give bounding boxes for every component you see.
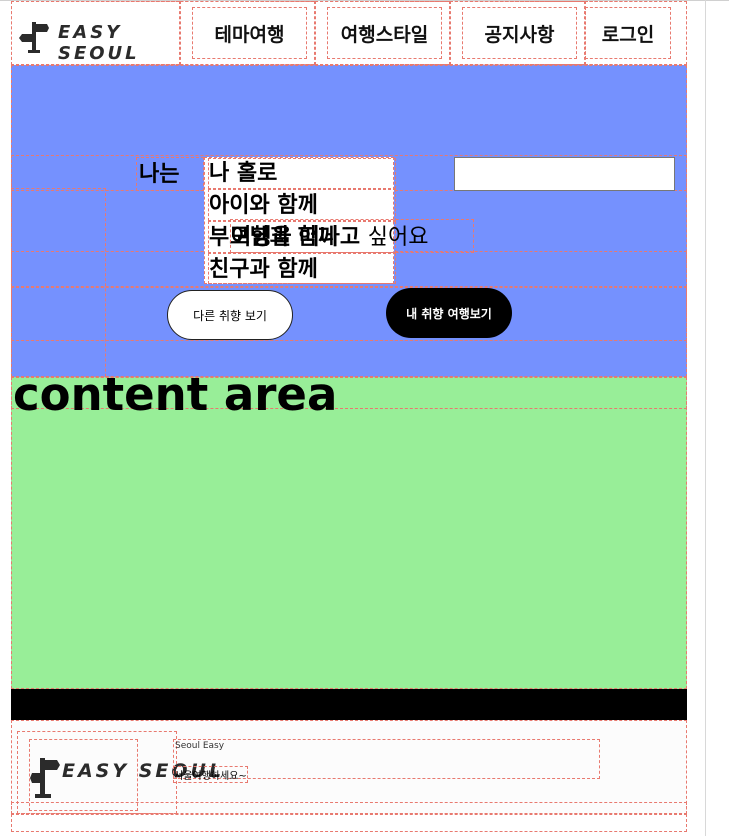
nav-login[interactable]: 로그인 [585, 7, 671, 59]
search-input[interactable] [454, 157, 675, 191]
signpost-icon [19, 22, 49, 53]
header-logo[interactable]: EASY SEOUL [11, 1, 180, 65]
black-bar [11, 689, 687, 720]
button-row-outline [11, 287, 687, 341]
nav-travel-style[interactable]: 여행스타일 [327, 7, 442, 59]
logo-text: EASY SEOUL [58, 22, 140, 64]
option-with-friends[interactable]: 친구과 함께 [208, 253, 396, 284]
footer-bottom-outline [11, 802, 687, 814]
option-alone[interactable]: 나 홀로 [208, 158, 396, 189]
page-bottom-outline [11, 814, 687, 832]
nav-theme-travel[interactable]: 테마여행 [192, 7, 307, 59]
content-outline [11, 377, 687, 689]
footer-line2: 서울여행하세요~ [173, 766, 248, 783]
my-taste-button[interactable]: 내 취향 여행보기 [386, 288, 512, 338]
hero-suffix: 싶어요 [367, 225, 429, 250]
hero-prefix: 나는 [136, 157, 204, 191]
footer-logo[interactable]: EASY SEOUL [29, 739, 221, 811]
content-title: content area [13, 368, 338, 421]
page-edge-rule [705, 0, 706, 836]
signpost-icon [30, 758, 60, 798]
hero-overlap-text: 여행을 떠나고 [231, 225, 361, 250]
nav-notice[interactable]: 공지사항 [462, 7, 577, 59]
option-with-kids[interactable]: 아이와 함께 [208, 189, 396, 221]
other-taste-button[interactable]: 다른 취향 보기 [167, 290, 293, 340]
footer-line1: Seoul Easy [175, 741, 225, 751]
hero-sentence: 여행을 떠나고 싶어요 [230, 219, 474, 253]
